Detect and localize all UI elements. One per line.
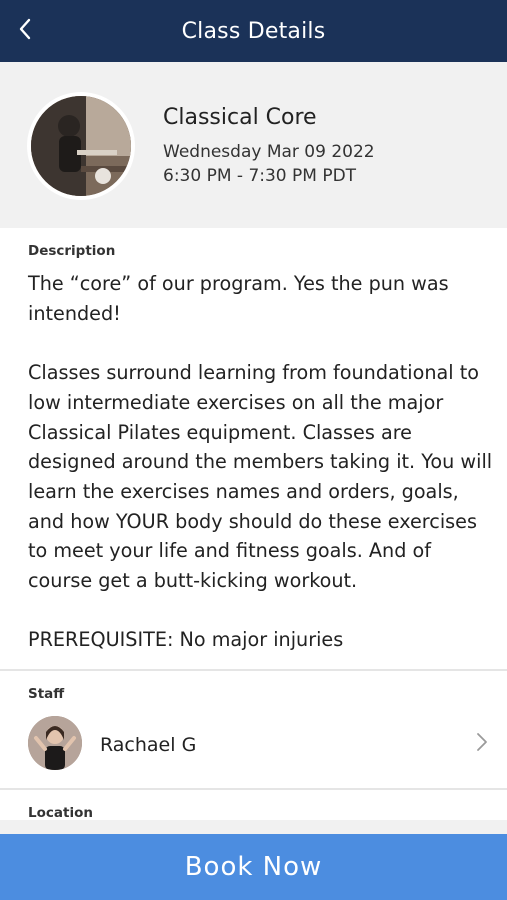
chevron-right-icon xyxy=(477,733,487,751)
top-bar: Class Details xyxy=(0,0,507,62)
class-name: Classical Core xyxy=(163,105,317,130)
staff-photo xyxy=(28,716,82,770)
description-label: Description xyxy=(28,243,116,259)
class-summary: Classical Core Wednesday Mar 09 2022 6:3… xyxy=(0,62,507,228)
class-image xyxy=(27,92,135,200)
location-label: Location xyxy=(28,805,93,821)
staff-row[interactable]: Rachael G xyxy=(0,710,507,778)
staff-label: Staff xyxy=(28,686,65,702)
class-details-screen: Class Details Classical Core Wednesday M… xyxy=(0,0,507,900)
divider xyxy=(0,669,507,671)
class-time: 6:30 PM - 7:30 PM PDT xyxy=(163,166,357,186)
divider xyxy=(0,788,507,790)
book-now-button[interactable]: Book Now xyxy=(0,834,507,900)
class-date: Wednesday Mar 09 2022 xyxy=(163,142,375,162)
avatar xyxy=(28,716,82,770)
description-text: The “core” of our program. Yes the pun w… xyxy=(28,272,493,652)
page-title: Class Details xyxy=(181,18,326,44)
location-section xyxy=(0,820,507,834)
staff-name: Rachael G xyxy=(100,734,197,756)
class-photo xyxy=(31,96,131,196)
